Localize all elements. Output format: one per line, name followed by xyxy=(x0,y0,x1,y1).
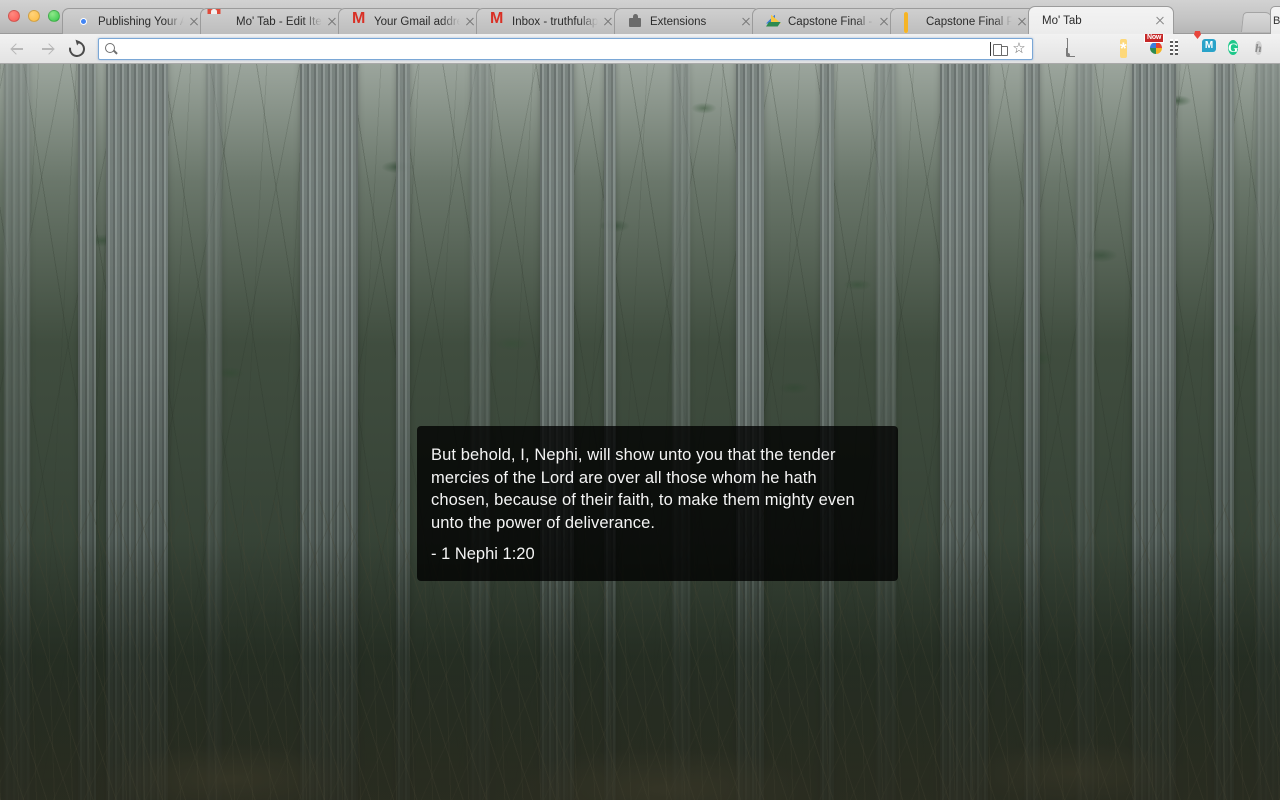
tab-title: Publishing Your App xyxy=(98,15,184,28)
tab-capstone-final-presentation[interactable]: Capstone Final Pres xyxy=(890,8,1036,34)
gmail-icon xyxy=(490,14,506,30)
quote-card: But behold, I, Nephi, will show unto you… xyxy=(417,426,898,582)
tab-mo-tab-edit-item[interactable]: Mo' Tab - Edit Item xyxy=(200,8,346,34)
mail-notify-icon[interactable] xyxy=(1201,39,1220,58)
h-glyph: h xyxy=(1255,41,1262,55)
tab-title: Mo' Tab xyxy=(1042,14,1082,27)
omnibox-actions: ☆ xyxy=(993,41,1028,56)
shield-privacy-icon[interactable] xyxy=(1039,39,1058,58)
honey-h-icon[interactable]: h xyxy=(1255,39,1274,58)
close-icon[interactable] xyxy=(463,15,477,29)
yellow-asterisk-icon[interactable]: * xyxy=(1120,39,1139,58)
close-icon[interactable] xyxy=(1015,15,1029,29)
google-slides-icon xyxy=(904,11,920,33)
tab-title: Your Gmail address xyxy=(374,15,460,28)
new-tab-button[interactable] xyxy=(1240,12,1274,32)
minimize-window-button[interactable] xyxy=(28,10,40,22)
tab-inbox-truthfulapps[interactable]: Inbox - truthfulapps xyxy=(476,8,622,34)
quote-text: But behold, I, Nephi, will show unto you… xyxy=(431,446,855,532)
tab-capstone-final-drive[interactable]: Capstone Final - Go xyxy=(752,8,898,34)
close-icon[interactable] xyxy=(601,15,615,29)
browser-window: Publishing Your App Mo' Tab - Edit Item … xyxy=(0,0,1280,800)
motab-icon xyxy=(214,14,230,30)
text-caret xyxy=(990,41,991,56)
cast-screen-icon[interactable] xyxy=(1066,38,1085,58)
tab-title: Mo' Tab - Edit Item xyxy=(236,15,322,28)
extension-toolbar: * Now G h xyxy=(1039,32,1280,58)
tab-strip: Publishing Your App Mo' Tab - Edit Item … xyxy=(0,0,1280,34)
tab-title: Capstone Final Pres xyxy=(926,15,1012,28)
tab-title: Extensions xyxy=(650,15,707,28)
tab-publishing-your-app[interactable]: Publishing Your App xyxy=(62,8,208,34)
forward-button[interactable] xyxy=(34,36,60,62)
close-icon[interactable] xyxy=(325,15,339,29)
close-icon[interactable] xyxy=(877,15,891,29)
device-cast-icon[interactable] xyxy=(993,43,1008,56)
bookmark-star-icon[interactable]: ☆ xyxy=(1012,41,1026,56)
quote-attribution: - 1 Nephi 1:20 xyxy=(431,545,535,564)
search-icon xyxy=(105,42,117,55)
browser-toolbar: ☆ * Now G h xyxy=(0,32,1280,64)
puzzle-icon xyxy=(628,14,644,30)
tab-mo-tab-active[interactable]: Mo' Tab xyxy=(1028,6,1174,34)
chrome-icon xyxy=(76,14,92,30)
new-tab-page: But behold, I, Nephi, will show unto you… xyxy=(0,64,1280,800)
back-button[interactable] xyxy=(4,36,30,62)
window-controls xyxy=(8,10,60,22)
film-strip-icon[interactable] xyxy=(1174,39,1193,58)
camera-now-icon[interactable]: Now xyxy=(1144,32,1166,58)
tab-your-gmail-address[interactable]: Your Gmail address xyxy=(338,8,484,34)
maximize-window-button[interactable] xyxy=(48,10,60,22)
close-icon[interactable] xyxy=(187,15,201,29)
tab-title: Capstone Final - Go xyxy=(788,15,874,28)
green-pin-icon[interactable] xyxy=(1093,39,1112,58)
grammarly-g-icon[interactable]: G xyxy=(1228,39,1247,58)
asterisk-glyph: * xyxy=(1120,39,1127,58)
close-icon[interactable] xyxy=(739,15,753,29)
tab-title: Inbox - truthfulapps xyxy=(512,15,598,28)
g-glyph: G xyxy=(1228,40,1239,55)
reload-button[interactable] xyxy=(64,36,90,62)
search-input[interactable] xyxy=(123,39,990,58)
close-icon[interactable] xyxy=(1153,14,1167,28)
address-bar[interactable]: ☆ xyxy=(98,37,1033,60)
gmail-icon xyxy=(352,14,368,30)
tabstrip-edge-clip: B xyxy=(1270,6,1280,34)
close-window-button[interactable] xyxy=(8,10,20,22)
tab-list: Publishing Your App Mo' Tab - Edit Item … xyxy=(62,4,1174,34)
tab-extensions[interactable]: Extensions xyxy=(614,8,760,34)
google-drive-icon xyxy=(766,14,782,30)
